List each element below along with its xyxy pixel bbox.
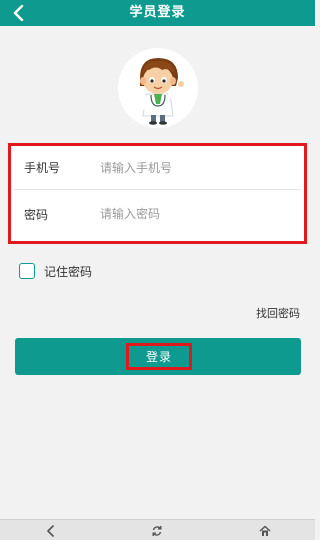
- nav-back-button[interactable]: [42, 523, 60, 539]
- password-row: 密码: [14, 192, 301, 236]
- forgot-password-link[interactable]: 找回密码: [256, 305, 300, 321]
- nav-home-button[interactable]: [256, 523, 274, 539]
- app-header: 学员登录: [0, 0, 315, 26]
- refresh-icon: [152, 526, 162, 536]
- phone-row: 手机号: [14, 146, 301, 190]
- phone-label: 手机号: [24, 161, 61, 175]
- login-form: 手机号 密码: [8, 143, 307, 244]
- page-title: 学员登录: [129, 5, 186, 20]
- remember-label: 记住密码: [44, 264, 93, 279]
- back-arrow-icon: [47, 525, 54, 537]
- bottom-nav-bar: [0, 519, 315, 540]
- avatar: [118, 48, 198, 128]
- login-button[interactable]: 登录: [15, 338, 301, 375]
- doctor-avatar-icon: [139, 58, 184, 125]
- nav-refresh-button[interactable]: [148, 523, 166, 539]
- password-label: 密码: [24, 207, 49, 222]
- login-button-label: 登录: [126, 343, 192, 370]
- remember-checkbox[interactable]: [19, 263, 35, 279]
- remember-password[interactable]: 记住密码: [19, 262, 92, 280]
- home-icon: [259, 525, 271, 536]
- password-input[interactable]: [94, 199, 301, 229]
- phone-input[interactable]: [94, 152, 301, 183]
